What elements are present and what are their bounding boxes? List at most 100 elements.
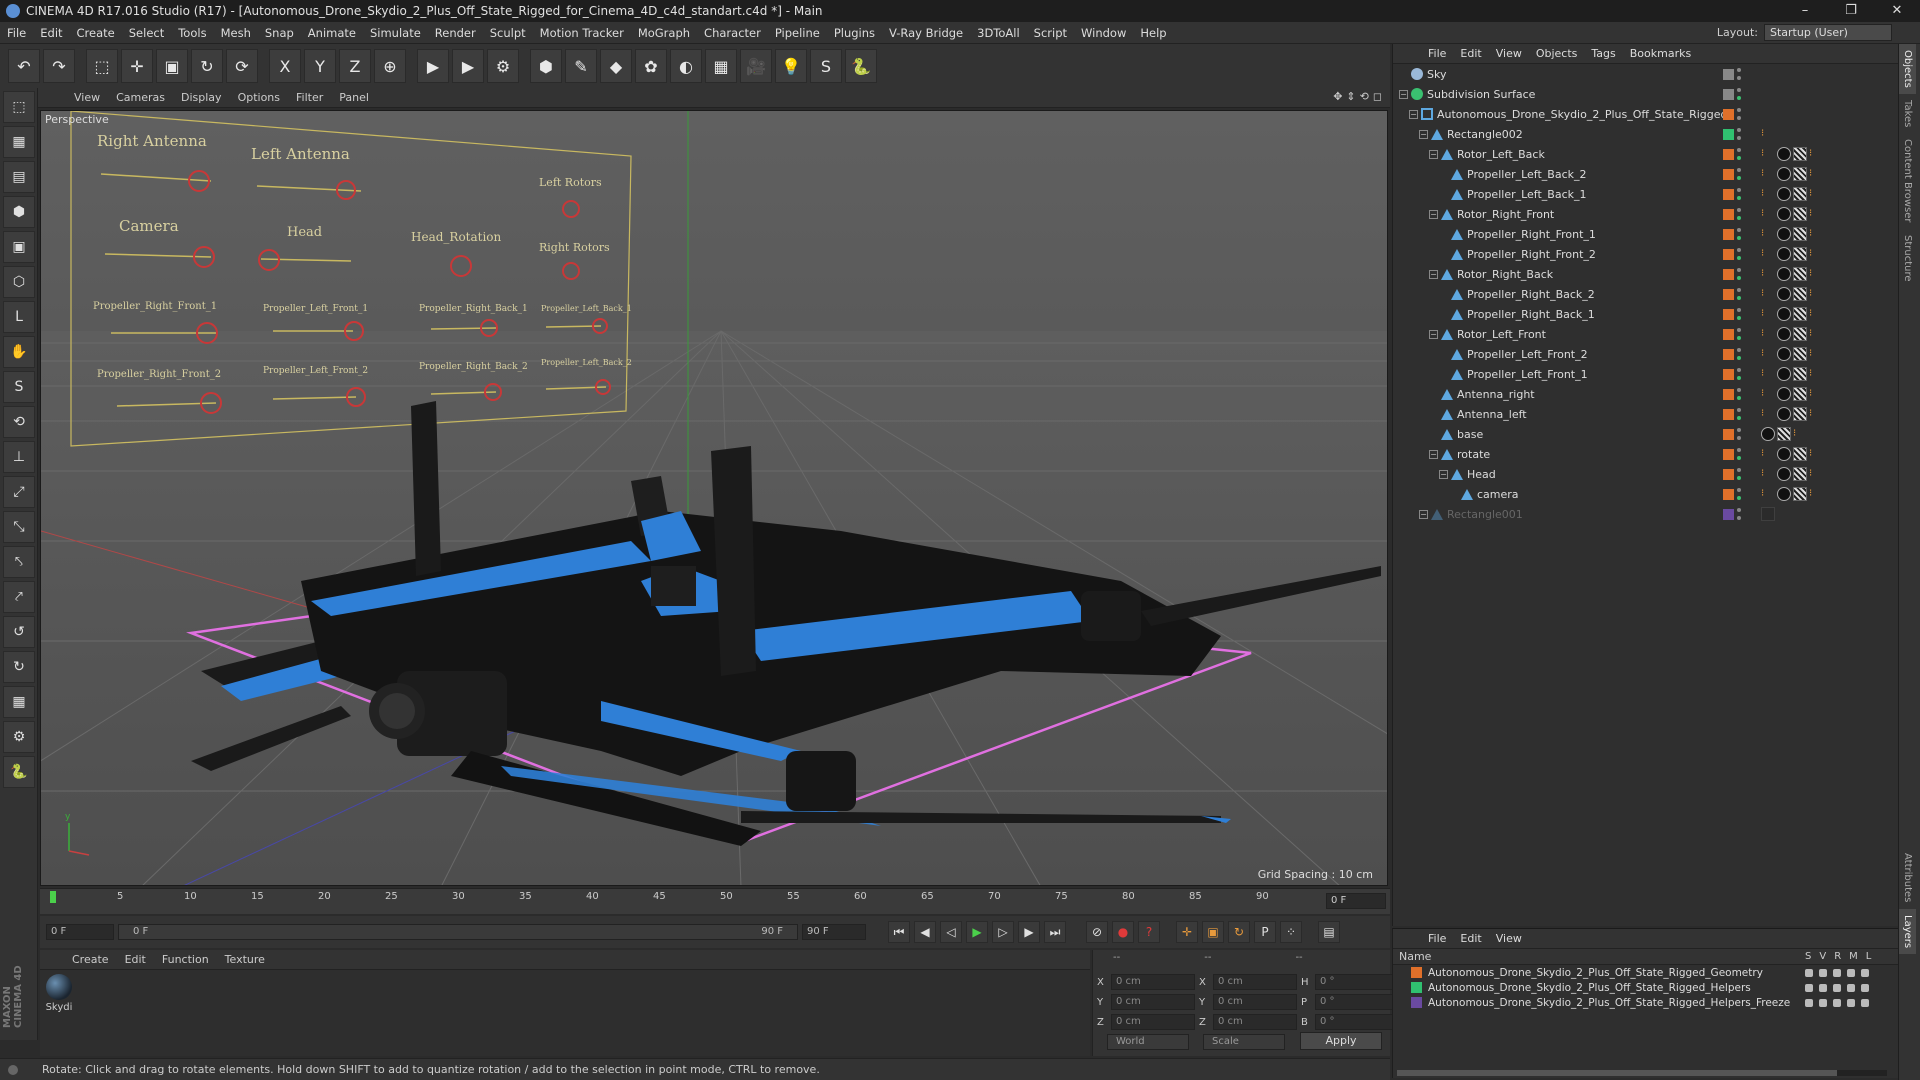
dolly-view-icon[interactable]: ⇕: [1346, 90, 1355, 103]
layer-color-swatch[interactable]: [1723, 508, 1734, 520]
left-tool-icon-19[interactable]: 🐍: [3, 756, 35, 788]
object-row[interactable]: Propeller_Left_Back_2 ⁝ ⁝: [1393, 164, 1898, 184]
coord-transform-dropdown[interactable]: Scale: [1203, 1034, 1285, 1050]
close-button[interactable]: ✕: [1874, 0, 1920, 22]
layer-color-swatch[interactable]: [1723, 168, 1734, 180]
ik-tag-icon[interactable]: ⁝: [1809, 147, 1823, 161]
layer-color-swatch[interactable]: [1723, 108, 1734, 120]
visibility-dots-icon[interactable]: [1737, 228, 1742, 240]
left-tool-icon-5[interactable]: ⬡: [3, 266, 35, 298]
visibility-dots-icon[interactable]: [1737, 428, 1742, 440]
apply-button[interactable]: Apply: [1300, 1032, 1382, 1050]
layer-row[interactable]: Autonomous_Drone_Skydio_2_Plus_Off_State…: [1393, 995, 1898, 1010]
phong-tag-icon[interactable]: [1777, 487, 1791, 501]
viewport-menu-filter[interactable]: Filter: [288, 91, 331, 104]
ik-tag-icon[interactable]: ⁝: [1809, 227, 1823, 241]
record-pos-button[interactable]: ⊘: [1086, 921, 1108, 943]
phong-tag-icon[interactable]: [1777, 327, 1791, 341]
z-axis-icon[interactable]: Z: [339, 49, 371, 83]
menu-render[interactable]: Render: [428, 26, 483, 40]
object-menu-objects[interactable]: Objects: [1529, 47, 1585, 60]
menu-window[interactable]: Window: [1074, 26, 1133, 40]
expand-toggle-icon[interactable]: −: [1419, 129, 1428, 139]
layer-menu-file[interactable]: File: [1421, 932, 1453, 945]
tab-structure[interactable]: Structure: [1899, 229, 1916, 288]
phong-tag-icon[interactable]: [1777, 287, 1791, 301]
ik-tag-icon[interactable]: ⁝: [1793, 427, 1807, 441]
menu-select[interactable]: Select: [122, 26, 171, 40]
ik-tag-icon[interactable]: ⁝: [1761, 347, 1775, 361]
texture-tag-icon[interactable]: [1793, 327, 1807, 341]
object-row[interactable]: − Rotor_Right_Back ⁝ ⁝: [1393, 264, 1898, 284]
material-menu-texture[interactable]: Texture: [217, 953, 273, 966]
viewport-menu-cameras[interactable]: Cameras: [108, 91, 173, 104]
deformer-icon[interactable]: ◐: [670, 49, 702, 83]
viewport-menu-options[interactable]: Options: [230, 91, 288, 104]
ik-tag-icon[interactable]: ⁝: [1761, 467, 1775, 481]
menu-edit[interactable]: Edit: [33, 26, 69, 40]
key-param-button[interactable]: P: [1254, 921, 1276, 943]
phong-tag-icon[interactable]: [1777, 187, 1791, 201]
layer-color-swatch[interactable]: [1723, 248, 1734, 260]
render-settings-icon[interactable]: ⚙: [487, 49, 519, 83]
material-menu-edit[interactable]: Edit: [117, 953, 154, 966]
ik-tag-icon[interactable]: ⁝: [1761, 247, 1775, 261]
prev-key-button[interactable]: ◀: [914, 921, 936, 943]
layer-color-swatch[interactable]: [1723, 208, 1734, 220]
object-row[interactable]: Propeller_Right_Back_1 ⁝ ⁝: [1393, 304, 1898, 324]
maximize-view-icon[interactable]: ◻: [1373, 90, 1382, 103]
left-tool-icon-7[interactable]: ✋: [3, 336, 35, 368]
layer-color-swatch[interactable]: [1723, 388, 1734, 400]
texture-tag-icon[interactable]: [1793, 407, 1807, 421]
viewport-menu-display[interactable]: Display: [173, 91, 230, 104]
menu-tools[interactable]: Tools: [171, 26, 213, 40]
layer-color-swatch[interactable]: [1411, 997, 1422, 1008]
expand-toggle-icon[interactable]: −: [1429, 149, 1438, 159]
ik-tag-icon[interactable]: ⁝: [1761, 127, 1775, 141]
tab-content-browser[interactable]: Content Browser: [1899, 133, 1916, 228]
ik-tag-icon[interactable]: ⁝: [1809, 247, 1823, 261]
layer-flag-toggle[interactable]: [1861, 998, 1869, 1007]
record-button[interactable]: ●: [1112, 921, 1134, 943]
object-row[interactable]: − Rectangle001: [1393, 504, 1898, 524]
material-menu-function[interactable]: Function: [154, 953, 217, 966]
size-x-field[interactable]: 0 cm: [1213, 974, 1297, 990]
tab-takes[interactable]: Takes: [1899, 94, 1916, 133]
render-view-icon[interactable]: ▶: [417, 49, 449, 83]
left-tool-icon-10[interactable]: ⊥: [3, 441, 35, 473]
layer-menu-edit[interactable]: Edit: [1453, 932, 1488, 945]
object-menu-file[interactable]: File: [1421, 47, 1453, 60]
layer-flag-toggle[interactable]: [1819, 968, 1827, 977]
object-row[interactable]: − Rotor_Left_Front ⁝ ⁝: [1393, 324, 1898, 344]
layer-flag-toggle[interactable]: [1805, 983, 1813, 992]
layer-color-swatch[interactable]: [1411, 982, 1422, 993]
layer-menu-view[interactable]: View: [1489, 932, 1529, 945]
phong-tag-icon[interactable]: [1777, 247, 1791, 261]
visibility-dots-icon[interactable]: [1737, 308, 1742, 320]
visibility-dots-icon[interactable]: [1737, 328, 1742, 340]
key-position-button[interactable]: ✛: [1176, 921, 1198, 943]
visibility-dots-icon[interactable]: [1737, 468, 1742, 480]
world-icon[interactable]: ⊕: [374, 49, 406, 83]
maximize-button[interactable]: ❐: [1828, 0, 1874, 22]
rotate-icon[interactable]: ↻: [191, 49, 223, 83]
timeline-layout-button[interactable]: ▤: [1318, 921, 1340, 943]
camera-icon[interactable]: 🎥: [740, 49, 772, 83]
render-icon[interactable]: ▶: [452, 49, 484, 83]
ik-tag-icon[interactable]: ⁝: [1761, 267, 1775, 281]
left-tool-icon-9[interactable]: ⟲: [3, 406, 35, 438]
ik-tag-icon[interactable]: ⁝: [1761, 147, 1775, 161]
object-row[interactable]: camera ⁝ ⁝: [1393, 484, 1898, 504]
layer-color-swatch[interactable]: [1723, 428, 1734, 440]
viewport-menu-panel[interactable]: Panel: [331, 91, 377, 104]
expand-toggle-icon[interactable]: −: [1429, 329, 1438, 339]
ik-tag-icon[interactable]: ⁝: [1761, 167, 1775, 181]
script-icon[interactable]: 🐍: [845, 49, 877, 83]
start-frame-field[interactable]: 0 F: [46, 924, 114, 940]
layer-color-swatch[interactable]: [1723, 448, 1734, 460]
layer-color-swatch[interactable]: [1723, 488, 1734, 500]
layout-dropdown[interactable]: Startup (User): [1764, 24, 1892, 41]
redo-icon[interactable]: ↷: [43, 49, 75, 83]
phong-tag-icon[interactable]: [1777, 227, 1791, 241]
ik-tag-icon[interactable]: ⁝: [1761, 207, 1775, 221]
